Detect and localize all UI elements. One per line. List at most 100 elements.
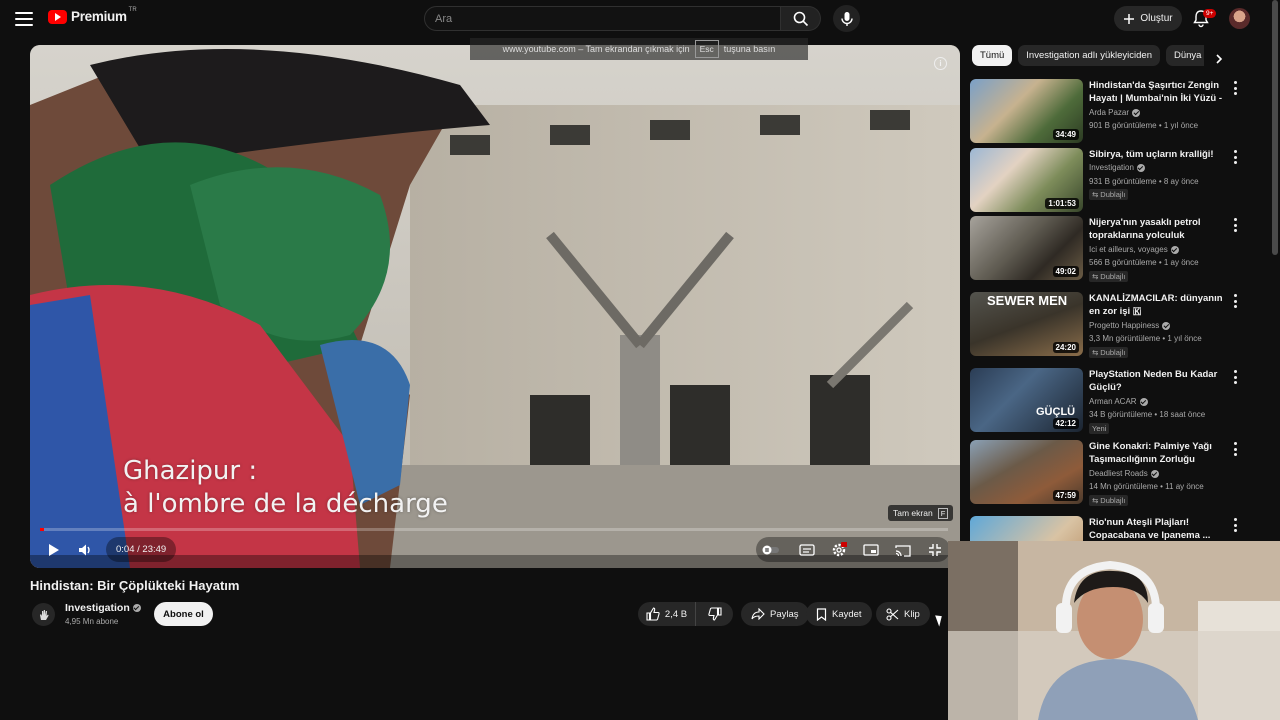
recommendation-item[interactable]: SEWER MEN 24:20 KANALİZMACILAR: dünyanın… xyxy=(970,292,1250,358)
recommendation-item[interactable]: 34:49 Hindistan'da Şaşırtıcı Zengin Haya… xyxy=(970,79,1250,145)
logo-region: TR xyxy=(128,6,137,13)
clip-label: Klip xyxy=(904,608,920,620)
bookmark-icon xyxy=(816,607,827,621)
channel-name[interactable]: Arda Pazar xyxy=(1089,108,1141,117)
more-actions-icon[interactable] xyxy=(1233,150,1237,164)
recommendation-item[interactable]: GÜÇLÜ 42:12 PlayStation Neden Bu Kadar G… xyxy=(970,368,1250,434)
verified-icon xyxy=(1150,469,1159,478)
exit-fullscreen-icon xyxy=(929,544,941,556)
subscriber-count: 4,95 Mn abone xyxy=(65,617,119,626)
sidebar-scrollbar[interactable] xyxy=(1272,0,1278,255)
chip-world[interactable]: Dünya h xyxy=(1165,45,1204,66)
video-title[interactable]: Rio'nun Ateşli Plajları! Copacabana ve I… xyxy=(1089,516,1226,541)
youtube-premium-logo[interactable]: Premium TR xyxy=(48,6,137,24)
channel-name[interactable]: Deadliest Roads xyxy=(1089,469,1159,478)
channel-name[interactable]: Investigation xyxy=(65,602,141,614)
more-actions-icon[interactable] xyxy=(1233,442,1237,456)
more-actions-icon[interactable] xyxy=(1233,518,1237,532)
miniplayer-icon xyxy=(863,544,879,556)
voice-search-button[interactable] xyxy=(833,5,860,32)
video-thumbnail[interactable]: GÜÇLÜ 42:12 xyxy=(970,368,1083,432)
hint-key: Esc xyxy=(694,40,719,58)
more-actions-icon[interactable] xyxy=(1233,294,1237,308)
badge-text: Dublajlı xyxy=(1100,272,1126,281)
channel-name[interactable]: Investigation xyxy=(1089,163,1145,172)
info-icon[interactable]: i xyxy=(934,57,947,70)
channel-text: Ici et ailleurs, voyages xyxy=(1089,245,1168,254)
video-meta: 901 B görüntüleme • 1 yıl önce xyxy=(1089,121,1199,130)
webcam-frame xyxy=(948,541,1280,720)
hint-prefix: www.youtube.com – Tam ekrandan çıkmak iç… xyxy=(502,44,690,54)
autoplay-toggle[interactable] xyxy=(761,540,781,560)
video-title[interactable]: KANALİZMACILAR: dünyanın en zor işi 🇰 xyxy=(1089,292,1226,318)
video-title[interactable]: PlayStation Neden Bu Kadar Güçlü? xyxy=(1089,368,1226,394)
video-title[interactable]: Sibirya, tüm uçların kralliği! xyxy=(1089,148,1226,161)
captions-button[interactable] xyxy=(797,540,817,560)
recommendation-item[interactable]: 49:02 Nijerya'nın yasaklı petrol toprakl… xyxy=(970,216,1250,282)
new-badge: Yeni xyxy=(1089,423,1110,434)
play-button[interactable] xyxy=(40,537,65,562)
hand-icon xyxy=(39,609,49,620)
chevron-right-icon[interactable] xyxy=(1214,51,1224,64)
channel-name[interactable]: Progetto Happiness xyxy=(1089,321,1171,330)
volume-button[interactable] xyxy=(72,537,98,562)
more-actions-icon[interactable] xyxy=(1233,218,1237,232)
recommendation-item[interactable]: 1:01:53 Sibirya, tüm uçların kralliği! I… xyxy=(970,148,1250,214)
search-input[interactable]: Ara xyxy=(424,6,781,31)
progress-bar[interactable] xyxy=(40,528,948,531)
chip-all[interactable]: Tümü xyxy=(972,45,1013,66)
settings-button[interactable] xyxy=(829,540,849,560)
video-player[interactable]: Ghazipur : à l'ombre de la décharge xyxy=(30,45,960,568)
dubbed-badge: ⇆ Dublajlı xyxy=(1089,347,1129,358)
video-thumbnail[interactable]: 49:02 xyxy=(970,216,1083,280)
exit-fullscreen-button[interactable] xyxy=(925,540,945,560)
badge-text: Dublajlı xyxy=(1100,496,1126,505)
channel-text: Arman ACAR xyxy=(1089,397,1137,406)
video-title: Hindistan: Bir Çöplükteki Hayatım xyxy=(30,578,240,593)
dislike-button[interactable] xyxy=(696,602,733,626)
more-actions-icon[interactable] xyxy=(1233,370,1237,384)
dubbed-badge: ⇆ Dublajlı xyxy=(1089,495,1129,506)
verified-icon xyxy=(1162,321,1171,330)
share-button[interactable]: Paylaş xyxy=(741,602,809,626)
play-icon xyxy=(49,543,59,556)
video-title[interactable]: Gine Konakri: Palmiye Yağı Taşımacılığın… xyxy=(1089,440,1226,466)
recommendation-item[interactable]: 47:59 Gine Konakri: Palmiye Yağı Taşımac… xyxy=(970,440,1250,506)
video-thumbnail[interactable]: 1:01:53 xyxy=(970,148,1083,212)
channel-name[interactable]: Ici et ailleurs, voyages xyxy=(1089,245,1179,254)
video-thumbnail[interactable]: 47:59 xyxy=(970,440,1083,504)
channel-name[interactable]: Arman ACAR xyxy=(1089,397,1148,406)
video-title[interactable]: Nijerya'nın yasaklı petrol topraklarına … xyxy=(1089,216,1226,242)
video-thumbnail[interactable]: 34:49 xyxy=(970,79,1083,143)
save-button[interactable]: Kaydet xyxy=(806,602,872,626)
mouse-cursor xyxy=(935,613,945,627)
miniplayer-button[interactable] xyxy=(861,540,881,560)
like-button[interactable]: 2,4 B xyxy=(638,602,696,626)
dubbed-icon: ⇆ xyxy=(1092,272,1099,281)
share-label: Paylaş xyxy=(770,608,799,620)
search-placeholder: Ara xyxy=(435,12,453,25)
verified-icon xyxy=(1170,245,1179,254)
video-thumbnail[interactable]: SEWER MEN 24:20 xyxy=(970,292,1083,356)
menu-icon[interactable] xyxy=(14,9,34,29)
share-icon xyxy=(751,608,765,620)
video-title[interactable]: Hindistan'da Şaşırtıcı Zengin Hayatı | M… xyxy=(1089,79,1226,105)
recommendation-item[interactable]: Rio'nun Ateşli Plajları! Copacabana ve I… xyxy=(970,516,1250,541)
video-duration: 49:02 xyxy=(1052,266,1079,277)
account-avatar[interactable] xyxy=(1229,8,1250,29)
channel-avatar[interactable] xyxy=(32,603,55,626)
chip-from-uploader[interactable]: Investigation adlı yükleyiciden xyxy=(1018,45,1160,66)
cast-button[interactable] xyxy=(893,540,913,560)
more-actions-icon[interactable] xyxy=(1233,81,1237,95)
subtitle-line-1: Ghazipur : xyxy=(123,456,258,486)
create-button[interactable]: Oluştur xyxy=(1114,6,1182,31)
notification-badge: 9+ xyxy=(1203,9,1217,18)
clip-button[interactable]: Klip xyxy=(876,602,930,626)
video-thumbnail[interactable] xyxy=(970,516,1083,541)
like-count: 2,4 B xyxy=(664,608,688,620)
logo-text: Premium xyxy=(71,9,127,24)
subscribe-button[interactable]: Abone ol xyxy=(154,602,213,626)
search-button[interactable] xyxy=(781,6,821,31)
filter-chips: Tümü Investigation adlı yükleyiciden Dün… xyxy=(972,45,1204,67)
verified-icon xyxy=(1139,397,1148,406)
